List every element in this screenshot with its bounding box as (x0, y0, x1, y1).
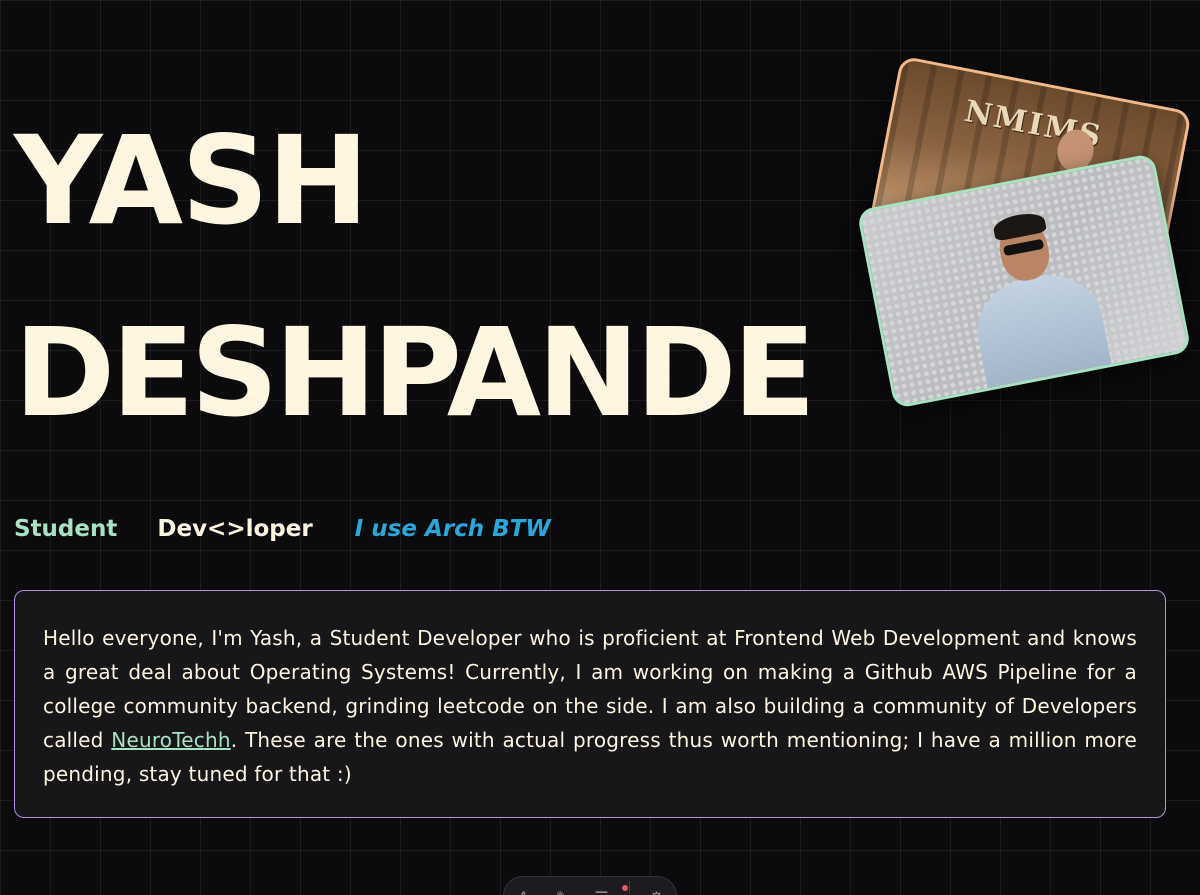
menu-icon[interactable]: ☰ (590, 885, 614, 895)
role-tags: Student Dev<>loper I use Arch BTW (14, 516, 551, 542)
home-icon[interactable]: A (512, 885, 536, 895)
tag-student: Student (14, 516, 118, 542)
person-shirt (968, 265, 1114, 398)
notification-dot (622, 885, 628, 891)
settings-icon[interactable]: ⚙ (645, 885, 669, 895)
projects-icon[interactable]: ✎ (551, 885, 575, 895)
neurotechh-link[interactable]: NeuroTechh (111, 728, 230, 752)
tag-arch: I use Arch BTW (354, 516, 551, 542)
portfolio-page: YASH DESHPANDE NMIMS Student Dev<>loper … (0, 0, 1200, 895)
hero-first-name: YASH (14, 110, 369, 252)
about-card: Hello everyone, I'm Yash, a Student Deve… (14, 590, 1166, 818)
dock-divider (628, 881, 630, 895)
about-paragraph: Hello everyone, I'm Yash, a Student Deve… (43, 621, 1137, 791)
hero-last-name: DESHPANDE (14, 302, 816, 444)
tag-developer: Dev<>loper (157, 516, 313, 542)
bottom-dock: A ✎ ☰ ⚙ (503, 876, 677, 895)
